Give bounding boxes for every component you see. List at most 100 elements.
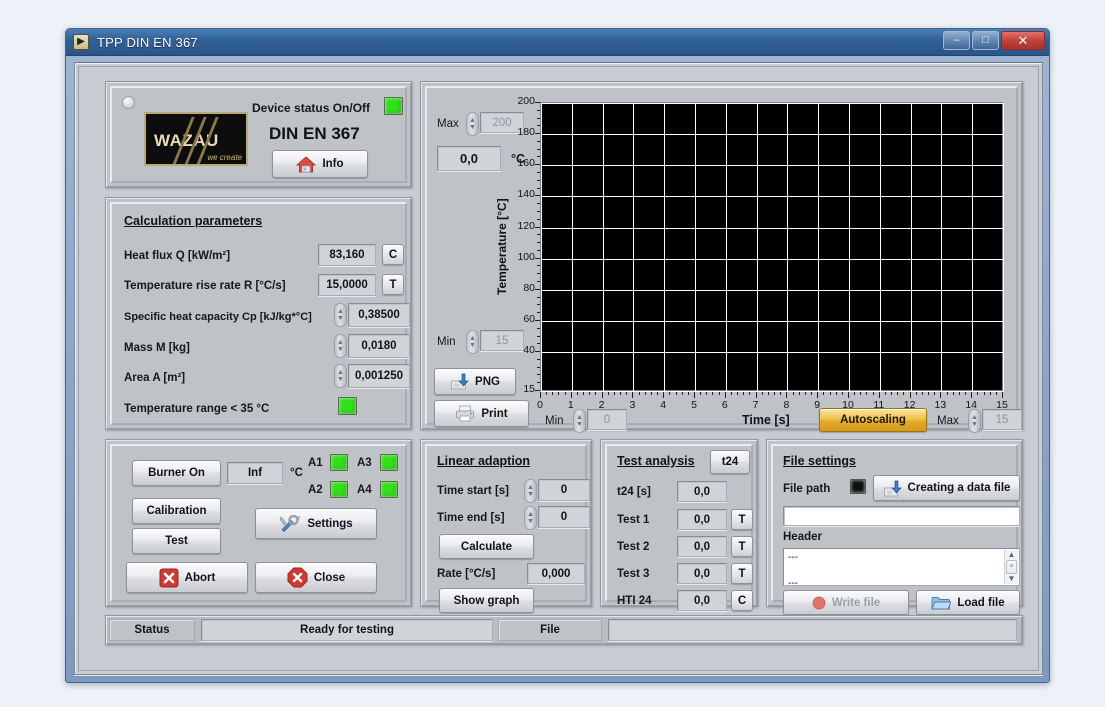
- rate-label: Rate [°C/s]: [437, 568, 495, 580]
- x-min-value[interactable]: 0: [587, 409, 627, 430]
- grid-line-vertical: [849, 103, 850, 392]
- indicator-a2-label: A2: [308, 484, 323, 496]
- y-minor-tick: [537, 211, 540, 212]
- x-min-label: Min: [545, 415, 564, 427]
- y-minor-tick: [537, 172, 540, 173]
- x-minor-tick: [768, 392, 769, 395]
- specific-heat-value[interactable]: 0,38500: [348, 303, 410, 327]
- print-button[interactable]: Print: [434, 400, 529, 427]
- grid-line-vertical: [572, 103, 573, 392]
- temperature-range-label: Temperature range < 35 °C: [124, 403, 269, 415]
- file-status-value: [608, 619, 1017, 641]
- test-button[interactable]: Test: [132, 528, 221, 554]
- x-max-spinner[interactable]: ▲▼: [968, 409, 981, 433]
- y-max-spinner[interactable]: ▲▼: [466, 112, 479, 136]
- y-minor-tick: [537, 289, 540, 290]
- write-file-button[interactable]: Write file: [783, 590, 909, 615]
- y-max-label: Max: [437, 118, 459, 130]
- settings-button[interactable]: Settings: [255, 508, 377, 539]
- temp-rise-rate-t-button[interactable]: T: [382, 274, 404, 295]
- hti24-value: 0,0: [677, 590, 727, 611]
- burner-on-button[interactable]: Burner On: [132, 460, 221, 486]
- header-textarea[interactable]: --- --- ▲ ≡ ▼: [783, 548, 1020, 586]
- y-minor-tick: [537, 195, 540, 196]
- hti24-c-button[interactable]: C: [731, 590, 753, 611]
- y-minor-tick: [537, 110, 540, 111]
- y-minor-tick: [537, 180, 540, 181]
- grid-line-vertical: [603, 103, 604, 392]
- x-minor-tick: [663, 392, 664, 395]
- scroll-down-icon[interactable]: ▼: [1008, 574, 1016, 584]
- x-minor-tick: [719, 392, 720, 395]
- png-button[interactable]: PNG: [434, 368, 516, 395]
- scroll-up-icon[interactable]: ▲: [1008, 550, 1016, 560]
- x-tick-label: 4: [653, 399, 673, 411]
- time-start-spinner[interactable]: ▲▼: [524, 479, 537, 503]
- chart-plot-area[interactable]: [540, 102, 1003, 391]
- x-tick-label: 5: [684, 399, 704, 411]
- calibration-button[interactable]: Calibration: [132, 498, 221, 524]
- y-minor-tick: [537, 203, 540, 204]
- x-min-spinner[interactable]: ▲▼: [573, 409, 586, 433]
- y-minor-tick: [537, 320, 540, 321]
- create-data-file-button[interactable]: Creating a data file: [873, 475, 1020, 501]
- test3-t-button[interactable]: T: [731, 563, 753, 584]
- area-value[interactable]: 0,001250: [348, 364, 410, 388]
- x-minor-tick: [885, 392, 886, 395]
- heat-flux-c-button[interactable]: C: [382, 244, 404, 265]
- test2-t-button[interactable]: T: [731, 536, 753, 557]
- x-minor-tick: [873, 392, 874, 395]
- area-spinner[interactable]: ▲▼: [334, 364, 347, 388]
- test2-label: Test 2: [617, 541, 649, 553]
- info-button[interactable]: Info: [272, 150, 368, 178]
- close-window-button[interactable]: ✕: [1001, 31, 1045, 50]
- x-minor-tick: [977, 392, 978, 395]
- y-min-spinner[interactable]: ▲▼: [466, 330, 479, 354]
- autoscaling-button[interactable]: Autoscaling: [819, 408, 927, 432]
- time-start-value[interactable]: 0: [538, 479, 590, 501]
- x-minor-tick: [990, 392, 991, 395]
- maximize-button[interactable]: □: [972, 31, 999, 50]
- x-max-value[interactable]: 15: [982, 409, 1022, 430]
- print-button-label: Print: [481, 408, 507, 420]
- x-minor-tick: [676, 392, 677, 395]
- save-image-icon: [450, 373, 469, 390]
- minimize-button[interactable]: –: [943, 31, 970, 50]
- specific-heat-spinner[interactable]: ▲▼: [334, 303, 347, 327]
- mass-spinner[interactable]: ▲▼: [334, 334, 347, 358]
- abort-button[interactable]: Abort: [126, 562, 248, 593]
- indicator-a4-label: A4: [357, 484, 372, 496]
- y-minor-tick: [537, 242, 540, 243]
- hti24-label: HTI 24: [617, 595, 652, 607]
- t24-label: t24 [s]: [617, 486, 651, 498]
- time-end-spinner[interactable]: ▲▼: [524, 506, 537, 530]
- calculate-button[interactable]: Calculate: [439, 534, 534, 559]
- x-minor-tick: [984, 392, 985, 395]
- x-minor-tick: [737, 392, 738, 395]
- x-minor-tick: [799, 392, 800, 395]
- close-button[interactable]: Close: [255, 562, 377, 593]
- y-minor-tick: [537, 227, 540, 228]
- indicator-a1-label: A1: [308, 457, 323, 469]
- mass-value[interactable]: 0,0180: [348, 334, 410, 358]
- grid-line-vertical: [972, 103, 973, 392]
- test-analysis-panel: Test analysis t24 t24 [s] 0,0 Test 1 0,0…: [600, 439, 758, 607]
- temp-rise-rate-value: 15,0000: [318, 274, 376, 296]
- file-path-input[interactable]: [783, 506, 1020, 526]
- test1-t-button[interactable]: T: [731, 509, 753, 530]
- test3-value: 0,0: [677, 563, 727, 584]
- folder-browse-icon[interactable]: [850, 479, 866, 494]
- t24-button[interactable]: t24: [710, 450, 750, 474]
- application-window: ▶ TPP DIN EN 367 – □ ✕ WAZAU we create D…: [65, 28, 1050, 683]
- time-end-value[interactable]: 0: [538, 506, 590, 528]
- x-minor-tick: [823, 392, 824, 395]
- y-minor-tick: [537, 118, 540, 119]
- show-graph-button[interactable]: Show graph: [439, 588, 534, 613]
- header-scrollbar[interactable]: ▲ ≡ ▼: [1004, 550, 1018, 584]
- x-minor-tick: [854, 392, 855, 395]
- x-minor-tick: [1002, 392, 1003, 395]
- y-tick-label: 100: [510, 251, 535, 263]
- scroll-thumb[interactable]: ≡: [1006, 560, 1017, 574]
- y-minor-tick: [537, 265, 540, 266]
- load-file-button[interactable]: Load file: [916, 590, 1020, 615]
